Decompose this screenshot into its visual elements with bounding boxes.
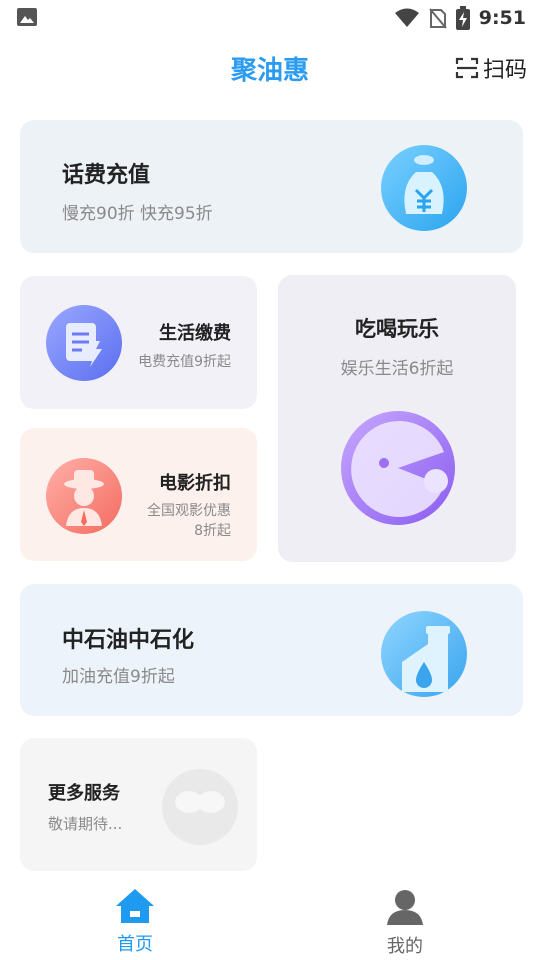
oil-recharge-card[interactable]: 中石油中石化 加油充值9折起 [20, 584, 523, 716]
bottom-tab-bar: 首页 我的 [0, 880, 540, 960]
movie-discount-card[interactable]: 电影折扣 全国观影优惠 8折起 [20, 428, 257, 561]
tab-label: 我的 [387, 936, 423, 957]
moviegoer-icon [46, 458, 122, 534]
battery-charging-icon [455, 6, 470, 30]
clock-time: 9:51 [478, 7, 526, 29]
card-subtitle: 加油充值9折起 [62, 667, 175, 687]
tab-mine[interactable]: 我的 [345, 888, 465, 958]
oil-factory-icon [381, 611, 467, 697]
pacman-icon [341, 411, 455, 525]
card-title: 生活缴费 [159, 323, 231, 344]
card-title: 吃喝玩乐 [355, 317, 439, 341]
no-sim-icon [428, 8, 447, 29]
more-services-card[interactable]: 更多服务 敬请期待... [20, 738, 257, 871]
image-icon [17, 8, 37, 26]
wifi-icon [394, 8, 419, 27]
money-bag-icon [381, 145, 467, 231]
status-bar: 9:51 [0, 0, 540, 36]
scan-button[interactable]: 扫码 [455, 52, 527, 84]
more-services-icon [162, 769, 238, 845]
phone-recharge-card[interactable]: 话费充值 慢充90折 快充95折 [20, 120, 523, 253]
tab-home[interactable]: 首页 [75, 888, 195, 956]
subtitle-line-1: 全国观影优惠 [147, 503, 231, 519]
home-icon [116, 889, 154, 923]
card-title: 电影折扣 [159, 473, 231, 494]
tab-label: 首页 [117, 934, 153, 955]
bill-icon [46, 305, 122, 381]
user-icon [387, 890, 423, 925]
scan-icon [455, 57, 479, 79]
card-subtitle: 电费充值9折起 [138, 354, 231, 370]
card-subtitle: 全国观影优惠 8折起 [147, 500, 231, 540]
app-header: 聚油惠 扫码 [0, 44, 540, 92]
card-subtitle: 娱乐生活6折起 [340, 359, 454, 379]
card-subtitle: 慢充90折 快充95折 [62, 204, 213, 224]
card-title: 更多服务 [48, 783, 120, 804]
card-title: 中石油中石化 [62, 628, 195, 653]
life-payment-card[interactable]: 生活缴费 电费充值9折起 [20, 276, 257, 409]
card-subtitle: 敬请期待... [48, 815, 123, 833]
entertainment-card[interactable]: 吃喝玩乐 娱乐生活6折起 [278, 275, 516, 562]
subtitle-line-2: 8折起 [194, 523, 231, 539]
scan-label: 扫码 [482, 58, 527, 83]
card-title: 话费充值 [62, 163, 151, 188]
